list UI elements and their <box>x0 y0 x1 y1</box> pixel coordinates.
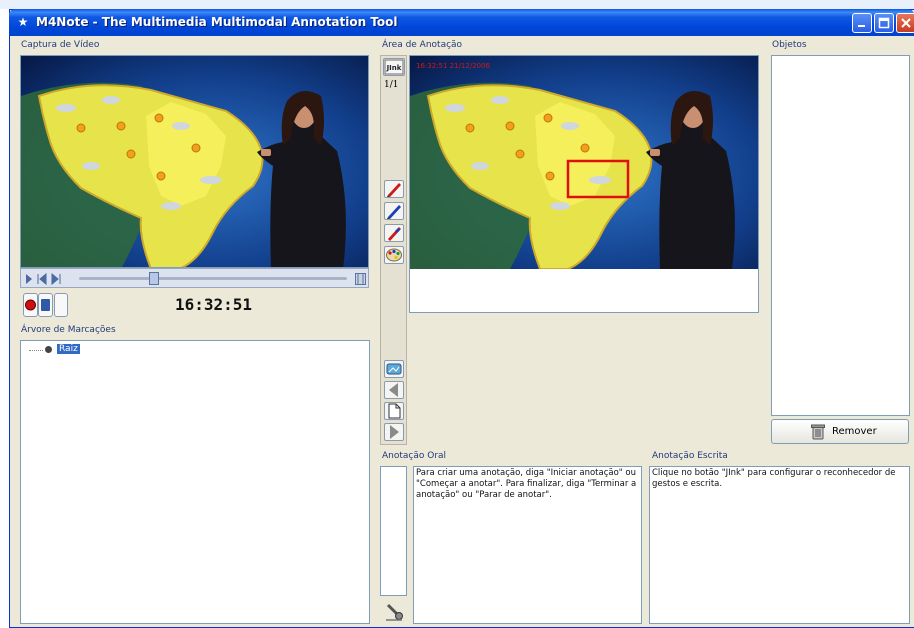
maximize-icon <box>878 17 890 29</box>
video-capture-view <box>20 55 369 268</box>
jink-icon: JInk <box>384 59 404 75</box>
eraser-icon <box>388 227 401 241</box>
desktop-background <box>0 0 914 9</box>
written-annotation-label: Anotação Escrita <box>652 451 728 461</box>
arrow-right-icon <box>390 425 399 439</box>
recording-controls: 16:32:51 <box>20 290 369 320</box>
record-button[interactable] <box>23 293 38 317</box>
film-icon[interactable] <box>355 273 366 285</box>
microphone-icon <box>386 603 403 621</box>
step-back-icon[interactable] <box>37 272 47 286</box>
video-capture-label: Captura de Vídeo <box>21 40 100 50</box>
annotation-frame-image: 16:32:51 21/12/2006 <box>410 56 758 269</box>
maximize-button[interactable] <box>874 13 894 33</box>
annotation-area-label: Área de Anotação <box>382 40 463 50</box>
color-palette-button[interactable] <box>384 246 404 264</box>
close-button[interactable] <box>896 13 914 33</box>
annotation-canvas-panel[interactable]: 16:32:51 21/12/2006 <box>409 55 759 313</box>
tree-connector <box>29 350 43 351</box>
play-icon[interactable] <box>26 274 32 284</box>
annotation-video-frame[interactable]: 16:32:51 21/12/2006 <box>410 56 758 269</box>
minimize-button[interactable] <box>852 13 872 33</box>
previous-page-button[interactable] <box>384 381 404 399</box>
oral-annotation-label: Anotação Oral <box>382 451 447 461</box>
tree-root-node[interactable]: Raiz <box>57 344 80 354</box>
capture-frame-icon <box>386 363 402 375</box>
frame-timestamp: 16:32:51 21/12/2006 <box>416 62 491 70</box>
jink-button[interactable]: JInk <box>383 58 405 76</box>
microphone-button[interactable] <box>383 601 405 623</box>
step-forward-icon[interactable] <box>51 272 61 286</box>
remove-button[interactable]: Remover <box>771 419 909 444</box>
markers-tree-label: Árvore de Marcações <box>21 325 116 335</box>
red-pen-button[interactable] <box>384 180 404 198</box>
arrow-left-icon <box>389 383 398 397</box>
markers-tree-panel: Raiz <box>20 340 370 624</box>
palette-icon <box>386 248 402 262</box>
blank-control-button[interactable] <box>54 293 68 317</box>
red-pen-icon <box>387 183 401 197</box>
video-transport-bar <box>20 268 369 288</box>
window-title: M4Note - The Multimedia Multimodal Annot… <box>36 15 398 29</box>
stop-icon <box>41 299 50 311</box>
screenshot-button[interactable] <box>384 360 404 378</box>
close-icon <box>901 18 911 28</box>
seek-thumb[interactable] <box>149 272 159 285</box>
stop-button[interactable] <box>38 293 53 317</box>
remove-button-label: Remover <box>832 426 877 437</box>
minimize-icon <box>858 25 865 27</box>
objects-label: Objetos <box>772 40 807 50</box>
weather-forecast-video-frame <box>21 56 368 267</box>
written-annotation-textarea[interactable]: Clique no botão "JInk" para configurar o… <box>649 466 910 624</box>
new-page-icon <box>388 403 401 419</box>
app-icon: ★ <box>17 15 29 29</box>
blue-pen-icon <box>387 205 401 219</box>
video-clock: 16:32:51 <box>175 295 253 314</box>
record-icon <box>25 299 36 311</box>
page-counter: 1/1 <box>384 80 399 90</box>
seek-track[interactable] <box>79 277 347 280</box>
trash-icon <box>811 424 825 440</box>
blue-pen-button[interactable] <box>384 202 404 220</box>
title-bar[interactable]: ★ M4Note - The Multimedia Multimodal Ann… <box>9 9 914 36</box>
oral-annotation-volume-meter <box>380 466 407 596</box>
svg-text:JInk: JInk <box>386 64 402 72</box>
new-page-button[interactable] <box>384 402 404 420</box>
transport-buttons <box>26 272 61 286</box>
oral-annotation-textarea[interactable]: Para criar uma anotação, diga "Iniciar a… <box>413 466 642 624</box>
next-page-button[interactable] <box>384 423 404 441</box>
objects-list[interactable] <box>771 55 910 416</box>
tree-node-bullet-icon <box>45 346 52 353</box>
eraser-button[interactable] <box>384 224 404 242</box>
